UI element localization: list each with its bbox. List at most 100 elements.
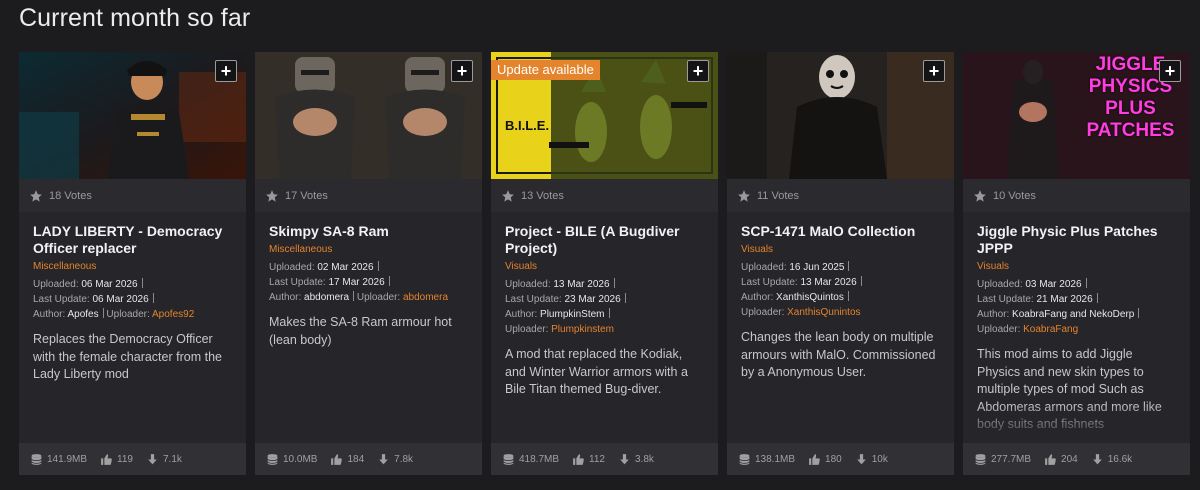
download-count: 3.8k — [634, 453, 654, 465]
mod-card[interactable]: JIGGLE PHYSICS PLUS PATCHES + 10 Votes J… — [963, 52, 1190, 475]
mod-stats: 277.7MB 204 16.6k — [963, 443, 1190, 475]
mod-card[interactable]: + 17 Votes Skimpy SA-8 Ram Miscellaneous… — [255, 52, 482, 475]
thumbs-up-icon — [331, 453, 343, 465]
uploaded-date: 06 Mar 2026 — [81, 279, 138, 290]
mod-card[interactable]: + 11 Votes SCP-1471 MalO Collection Visu… — [727, 52, 954, 475]
add-to-collection-button[interactable]: + — [1159, 60, 1181, 82]
author-link[interactable]: KoabraFang and NekoDerp — [1012, 309, 1134, 320]
uploader-label: Uploader: — [741, 307, 785, 318]
votes-bar: 17 Votes — [255, 179, 482, 212]
updated-date: 23 Mar 2026 — [564, 294, 621, 305]
endorsement-count: 180 — [825, 453, 842, 465]
author-link[interactable]: abdomera — [304, 292, 349, 303]
uploaded-label: Uploaded: — [269, 262, 315, 273]
thumbs-up-icon — [101, 453, 112, 465]
uploader-label: Uploader: — [505, 324, 549, 335]
mod-description: Makes the SA-8 Ram armour hot (lean body… — [269, 315, 452, 347]
file-size: 277.7MB — [991, 453, 1032, 465]
uploader-label: Uploader: — [106, 309, 150, 320]
uploader-link[interactable]: Plumpkinstem — [551, 324, 614, 335]
download-count: 7.8k — [394, 453, 414, 465]
download-arrow-icon — [856, 453, 866, 464]
mod-stats: 10.0MB 184 7.8k — [255, 443, 482, 475]
mod-description: Changes the lean body on multiple armour… — [741, 330, 936, 379]
mod-card[interactable]: B.I.L.E. Update available + 13 Votes Pro… — [491, 52, 718, 475]
updated-label: Last Update: — [741, 277, 798, 288]
uploader-link[interactable]: KoabraFang — [1023, 324, 1078, 335]
vote-count: 10 Votes — [993, 189, 1036, 202]
mod-title[interactable]: Jiggle Physic Plus Patches JPPP — [977, 223, 1176, 257]
page: Current month so far + 18 Votes LADY LIB… — [0, 0, 1200, 490]
votes-bar: 18 Votes — [19, 179, 246, 212]
updated-date: 13 Mar 2026 — [800, 277, 857, 288]
uploader-link[interactable]: Apofes92 — [152, 309, 194, 320]
mod-category[interactable]: Visuals — [977, 260, 1176, 274]
download-arrow-icon — [1092, 453, 1102, 464]
star-icon — [502, 189, 514, 202]
download-count: 16.6k — [1107, 453, 1133, 465]
updated-label: Last Update: — [977, 294, 1034, 305]
database-icon — [975, 453, 986, 465]
mod-category[interactable]: Miscellaneous — [269, 243, 468, 257]
star-icon — [266, 189, 278, 202]
mod-description: A mod that replaced the Kodiak, and Wint… — [505, 347, 688, 396]
add-to-collection-button[interactable]: + — [215, 60, 237, 82]
uploaded-date: 16 Jun 2025 — [789, 262, 845, 273]
description-fade — [963, 403, 1190, 443]
star-icon — [30, 189, 42, 202]
votes-bar: 13 Votes — [491, 179, 718, 212]
author-label: Author: — [505, 309, 538, 320]
mod-thumbnail[interactable]: JIGGLE PHYSICS PLUS PATCHES + — [963, 52, 1190, 179]
updated-label: Last Update: — [33, 294, 90, 305]
mod-card-list: + 18 Votes LADY LIBERTY - Democracy Offi… — [19, 52, 1190, 475]
mod-title[interactable]: SCP-1471 MalO Collection — [741, 223, 940, 240]
mod-category[interactable]: Visuals — [741, 243, 940, 257]
update-available-badge: Update available — [491, 60, 600, 80]
thumbs-up-icon — [573, 453, 584, 465]
vote-count: 11 Votes — [757, 189, 799, 202]
add-to-collection-button[interactable]: + — [687, 60, 709, 82]
mod-thumbnail[interactable]: + — [727, 52, 954, 179]
votes-bar: 11 Votes — [727, 179, 954, 212]
endorsement-count: 204 — [1061, 453, 1078, 465]
add-to-collection-button[interactable]: + — [451, 60, 473, 82]
author-link[interactable]: PlumpkinStem — [540, 309, 604, 320]
uploaded-label: Uploaded: — [741, 262, 787, 273]
updated-label: Last Update: — [505, 294, 562, 305]
add-to-collection-button[interactable]: + — [923, 60, 945, 82]
uploaded-date: 02 Mar 2026 — [317, 262, 374, 273]
author-link[interactable]: XanthisQuintos — [776, 292, 844, 303]
vote-count: 18 Votes — [49, 189, 92, 202]
download-arrow-icon — [379, 453, 388, 464]
votes-bar: 10 Votes — [963, 179, 1190, 212]
star-icon — [738, 189, 750, 202]
database-icon — [503, 453, 514, 465]
mod-title[interactable]: Project - BILE (A Bugdiver Project) — [505, 223, 704, 257]
uploader-link[interactable]: abdomera — [403, 292, 448, 303]
mod-title[interactable]: LADY LIBERTY - Democracy Officer replace… — [33, 223, 232, 257]
mod-category[interactable]: Miscellaneous — [33, 260, 232, 274]
database-icon — [267, 453, 278, 465]
mod-title[interactable]: Skimpy SA-8 Ram — [269, 223, 468, 240]
section-title: Current month so far — [19, 4, 251, 32]
uploader-label: Uploader: — [977, 324, 1021, 335]
mod-thumbnail[interactable]: + — [255, 52, 482, 179]
uploaded-label: Uploaded: — [977, 279, 1023, 290]
mod-category[interactable]: Visuals — [505, 260, 704, 274]
uploader-link[interactable]: XanthisQunintos — [787, 307, 860, 318]
mod-thumbnail[interactable]: B.I.L.E. Update available + — [491, 52, 718, 179]
endorsement-count: 119 — [117, 453, 133, 465]
endorsement-count: 184 — [347, 453, 365, 465]
download-count: 10k — [871, 453, 888, 465]
download-arrow-icon — [148, 453, 157, 464]
mod-stats: 418.7MB 112 3.8k — [491, 443, 718, 475]
mod-card[interactable]: + 18 Votes LADY LIBERTY - Democracy Offi… — [19, 52, 246, 475]
author-label: Author: — [33, 309, 66, 320]
uploaded-date: 13 Mar 2026 — [553, 279, 610, 290]
author-link[interactable]: Apofes — [67, 309, 98, 320]
thumbs-up-icon — [1045, 453, 1056, 465]
thumbs-up-icon — [809, 453, 820, 465]
uploaded-date: 03 Mar 2026 — [1025, 279, 1082, 290]
mod-thumbnail[interactable]: + — [19, 52, 246, 179]
author-label: Author: — [269, 292, 302, 303]
